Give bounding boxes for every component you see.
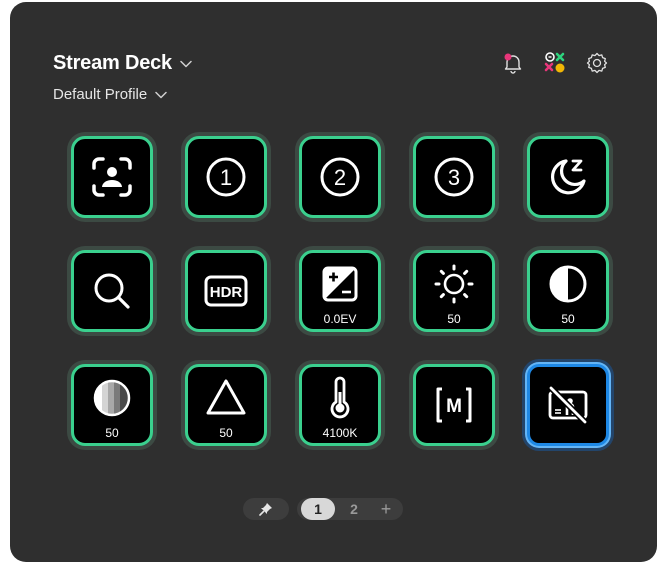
key-white-balance[interactable]: 4100K	[299, 364, 381, 446]
key-hdr[interactable]: HDR	[185, 250, 267, 332]
preset-3-icon: 3	[434, 157, 474, 197]
key-preset-1[interactable]: 1	[185, 136, 267, 218]
svg-text:HDR: HDR	[210, 284, 243, 301]
page-1-button[interactable]: 1	[301, 498, 335, 520]
svg-text:M: M	[446, 396, 462, 417]
key-sharpness[interactable]: 50	[185, 364, 267, 446]
svg-text:1: 1	[220, 165, 232, 190]
key-zoom[interactable]	[71, 250, 153, 332]
notification-bell-icon[interactable]	[501, 51, 525, 75]
key-exposure[interactable]: 0.0EV	[299, 250, 381, 332]
marketplace-icon[interactable]	[543, 51, 567, 75]
page-list: 1 2 +	[297, 498, 403, 520]
key-sleep[interactable]	[527, 136, 609, 218]
exposure-value: 0.0EV	[323, 312, 357, 326]
key-manual-focus[interactable]: M	[413, 364, 495, 446]
profile-selector[interactable]: Default Profile	[53, 86, 167, 103]
white-balance-thermometer-icon	[330, 376, 350, 419]
sleep-moon-icon	[550, 159, 586, 195]
preset-1-icon: 1	[206, 157, 246, 197]
pin-icon	[259, 503, 272, 516]
key-preset-3[interactable]: 3	[413, 136, 495, 218]
profile-label: Default Profile	[53, 86, 148, 103]
backlight-off-icon	[548, 385, 588, 425]
manual-focus-icon: M	[436, 387, 472, 423]
device-selector[interactable]: Stream Deck	[53, 52, 192, 75]
chevron-down-icon	[155, 86, 167, 103]
svg-text:2: 2	[334, 165, 346, 190]
key-brightness[interactable]: 50	[413, 250, 495, 332]
svg-text:3: 3	[448, 165, 460, 190]
contrast-icon	[549, 265, 587, 303]
brightness-sun-icon	[434, 264, 474, 304]
sharpness-triangle-icon	[206, 379, 246, 415]
key-center-stage[interactable]	[71, 136, 153, 218]
stream-deck-window: Stream Deck Default Profile 1 2 3 HDR 0.…	[10, 2, 657, 562]
saturation-icon	[93, 379, 131, 417]
key-saturation[interactable]: 50	[71, 364, 153, 446]
chevron-down-icon	[180, 55, 192, 73]
brightness-value: 50	[447, 312, 461, 326]
preset-2-icon: 2	[320, 157, 360, 197]
sharpness-value: 50	[219, 426, 233, 440]
saturation-value: 50	[105, 426, 119, 440]
white-balance-value: 4100K	[322, 426, 358, 440]
settings-gear-icon[interactable]	[585, 51, 609, 75]
add-page-button[interactable]: +	[373, 498, 399, 520]
key-preset-2[interactable]: 2	[299, 136, 381, 218]
center-stage-icon	[92, 157, 132, 197]
device-title: Stream Deck	[53, 52, 172, 74]
page-2-button[interactable]: 2	[339, 498, 369, 520]
key-contrast[interactable]: 50	[527, 250, 609, 332]
page-navigator: 1 2 +	[243, 498, 403, 520]
zoom-magnifier-icon	[94, 273, 130, 309]
contrast-value: 50	[561, 312, 575, 326]
key-backlight-off[interactable]	[527, 364, 609, 446]
pin-page-button[interactable]	[243, 498, 289, 520]
hdr-icon: HDR	[204, 275, 248, 307]
exposure-icon	[322, 266, 358, 302]
header-toolbar	[501, 51, 609, 75]
